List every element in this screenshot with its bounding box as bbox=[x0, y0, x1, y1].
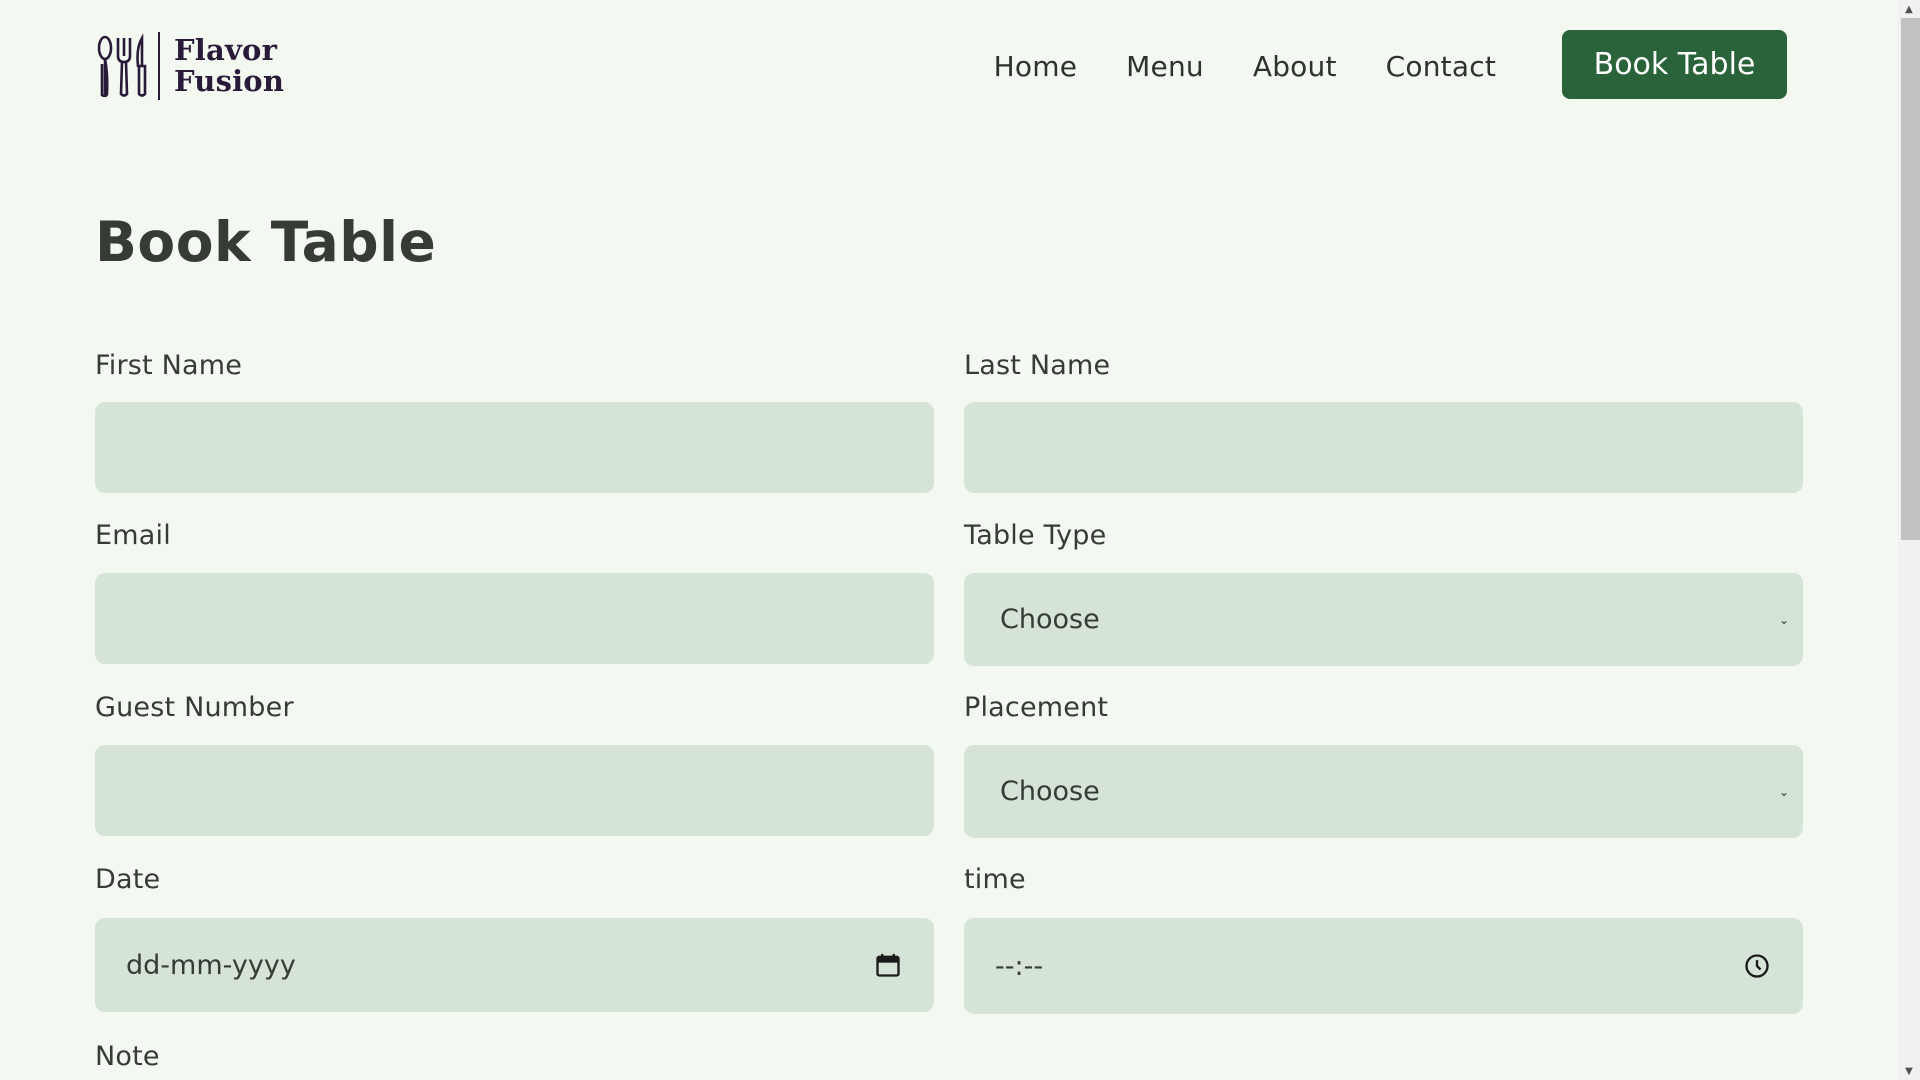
table-type-selected-value: Choose bbox=[1000, 604, 1100, 635]
email-input[interactable] bbox=[95, 573, 934, 664]
table-type-label: Table Type bbox=[964, 520, 1107, 551]
table-type-select[interactable]: Choose ⌄ bbox=[964, 573, 1803, 666]
clock-icon[interactable] bbox=[1743, 952, 1771, 980]
scroll-down-arrow-icon[interactable]: ▼ bbox=[1898, 1062, 1920, 1080]
nav-home-link[interactable]: Home bbox=[994, 50, 1078, 83]
note-label: Note bbox=[95, 1041, 160, 1072]
time-placeholder: --:-- bbox=[995, 950, 1044, 982]
site-header: Flavor Fusion Home Menu About Contact Bo… bbox=[0, 0, 1898, 130]
guest-number-label: Guest Number bbox=[95, 692, 294, 723]
time-input[interactable]: --:-- bbox=[964, 918, 1803, 1014]
date-placeholder: dd-mm-yyyy bbox=[126, 949, 296, 981]
chevron-down-icon: ⌄ bbox=[1778, 784, 1789, 799]
utensils-icon bbox=[96, 30, 156, 102]
first-name-input[interactable] bbox=[95, 402, 934, 493]
placement-select[interactable]: Choose ⌄ bbox=[964, 745, 1803, 838]
time-label: time bbox=[964, 864, 1026, 895]
nav-about-link[interactable]: About bbox=[1253, 50, 1337, 83]
brand-name-line2: Fusion bbox=[174, 64, 285, 98]
placement-label: Placement bbox=[964, 692, 1109, 723]
nav-menu-link[interactable]: Menu bbox=[1126, 50, 1204, 83]
brand-name-line1: Flavor bbox=[174, 33, 278, 67]
date-input[interactable]: dd-mm-yyyy bbox=[95, 918, 934, 1012]
scroll-up-arrow-icon[interactable]: ▲ bbox=[1898, 0, 1920, 18]
guest-number-input[interactable] bbox=[95, 745, 934, 836]
email-label: Email bbox=[95, 520, 171, 551]
nav-contact-link[interactable]: Contact bbox=[1386, 50, 1496, 83]
brand-name: Flavor Fusion bbox=[174, 35, 284, 97]
page-title: Book Table bbox=[95, 210, 437, 274]
scrollbar-thumb[interactable] bbox=[1901, 18, 1920, 540]
main-nav: Home Menu About Contact bbox=[994, 46, 1496, 86]
date-label: Date bbox=[95, 864, 161, 895]
chevron-down-icon: ⌄ bbox=[1778, 612, 1789, 627]
logo-divider bbox=[158, 32, 160, 100]
placement-selected-value: Choose bbox=[1000, 776, 1100, 807]
calendar-icon[interactable] bbox=[874, 951, 902, 979]
last-name-input[interactable] bbox=[964, 402, 1803, 493]
book-table-button[interactable]: Book Table bbox=[1562, 30, 1787, 99]
last-name-label: Last Name bbox=[964, 350, 1111, 381]
brand-logo[interactable]: Flavor Fusion bbox=[96, 30, 284, 102]
page-scrollbar[interactable]: ▲ ▼ bbox=[1898, 0, 1920, 1080]
first-name-label: First Name bbox=[95, 350, 243, 381]
